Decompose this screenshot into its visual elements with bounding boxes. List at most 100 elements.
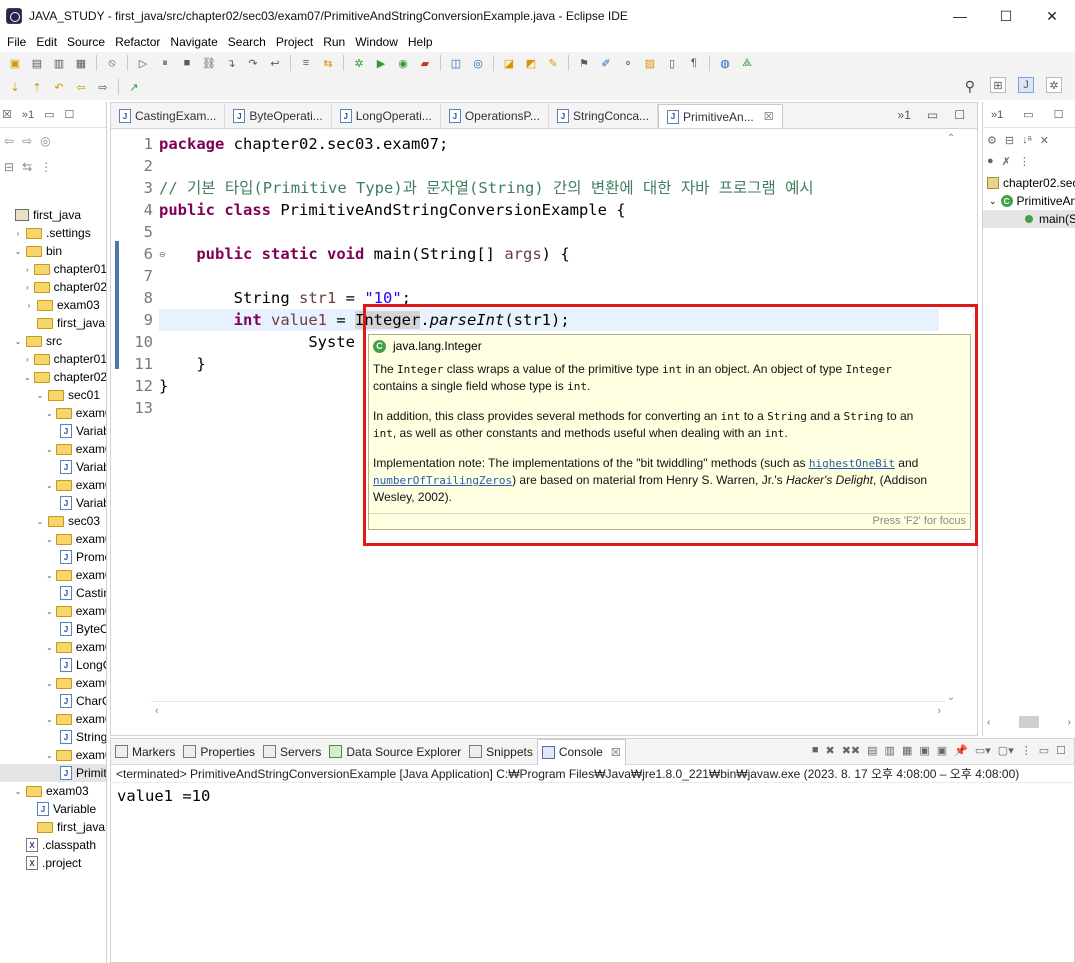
chevron-right-icon[interactable]: › [13,229,23,238]
tab-console[interactable]: Console ☒ [536,738,626,765]
new-java-class-icon[interactable]: ◎ [470,55,486,71]
back-icon[interactable]: ⇦ [73,79,89,95]
tree-item[interactable]: ⌄ exam02 [0,566,106,584]
tree-item[interactable]: J PrimitiveAndStringConversionExample.jav… [0,764,106,782]
show-whitespace-icon[interactable]: ▨ [642,55,658,71]
tree-item[interactable]: › exam03 [0,296,106,314]
run-icon[interactable]: ▶ [373,55,389,71]
previous-annotation-icon[interactable]: ⇡ [29,79,45,95]
doc-link[interactable]: numberOfTrailingZeros [373,474,512,487]
outline-item-selected[interactable]: main(String[]) : void [983,210,1075,228]
chevron-down-icon[interactable]: ⌄ [989,196,997,207]
menu-window[interactable]: Window [350,35,403,49]
scroll-right-icon[interactable]: › [937,705,941,717]
save-all-icon[interactable]: ▥ [51,55,67,71]
pin-console-icon[interactable]: 📌 [954,744,968,757]
tree-item[interactable]: ⌄ sec03 [0,512,106,530]
tab-close-icon[interactable]: ☒ [764,110,774,123]
view-minimize-icon[interactable]: ▭ [44,108,54,121]
editor-tab-active[interactable]: J PrimitiveAn... ☒ [658,104,783,128]
new-java-project-icon[interactable]: ◫ [448,55,464,71]
step-into-icon[interactable]: ↴ [223,55,239,71]
show-on-stdout-icon[interactable]: ▣ [919,744,929,757]
chevron-right-icon[interactable]: › [24,265,31,274]
hide-nonpublic-icon[interactable]: ● [987,155,994,168]
forward-icon[interactable]: ⇨ [22,134,32,148]
tree-item[interactable]: X .classpath [0,836,106,854]
scroll-lock-icon[interactable]: ▥ [885,744,895,757]
outline-item[interactable]: chapter02.sec03.exam07 [983,174,1075,192]
tab-servers[interactable]: Servers [259,739,325,765]
view-close-icon[interactable]: ☒ [2,108,12,121]
view-menu-icon[interactable]: ⋮ [1019,155,1030,168]
chevron-down-icon[interactable]: ⌄ [46,679,53,688]
chevron-down-icon[interactable]: ⌄ [46,409,53,418]
view-overflow-icon[interactable]: »1 [991,109,1003,121]
chevron-down-icon[interactable]: ⌄ [46,643,53,652]
perspective-tool-icon[interactable]: ⟁ [739,55,755,71]
suspend-icon[interactable]: ⏸ [157,55,173,71]
editor-minimize-icon[interactable]: ▭ [927,108,938,122]
hide-fields-icon[interactable]: ⚙ [987,134,997,147]
editor-tab[interactable]: J OperationsP... [441,104,549,128]
editor-tab[interactable]: J CastingExam... [111,104,226,128]
menu-run[interactable]: Run [318,35,350,49]
editor-tab[interactable]: J ByteOperati... [225,104,332,128]
open-task-icon[interactable]: ◩ [523,55,539,71]
outline-item[interactable]: ⌄CPrimitiveAndStringConversionExample [983,192,1075,210]
coverage-icon[interactable]: ◉ [395,55,411,71]
display-console-icon[interactable]: ▭▾ [975,744,991,757]
print-icon[interactable]: ▦ [73,55,89,71]
tree-item[interactable]: ⌄ exam01 [0,530,106,548]
back-icon[interactable]: ⇦ [4,134,14,148]
tree-item[interactable]: X .project [0,854,106,872]
view-minimize-icon[interactable]: ▭ [1039,744,1049,757]
horizontal-scrollbar[interactable]: ‹ › [151,701,945,719]
view-minimize-icon[interactable]: ▭ [1023,108,1033,121]
tree-item[interactable]: J CastingExample.java [0,584,106,602]
view-maximize-icon[interactable]: ☐ [1056,744,1066,757]
tree-item[interactable]: J LongOperationExample.java [0,656,106,674]
chevron-down-icon[interactable]: ⌄ [46,481,53,490]
tree-item[interactable]: ⌄ exam04 [0,638,106,656]
java-perspective-icon[interactable]: J [1018,77,1034,93]
disconnect-icon[interactable]: ⛓ [201,55,217,71]
chevron-down-icon[interactable]: ⌄ [13,337,23,346]
editor-maximize-icon[interactable]: ☐ [954,108,965,122]
tree-item[interactable]: ⌄ exam03 [0,782,106,800]
menu-help[interactable]: Help [403,35,438,49]
remove-all-icon[interactable]: ✖✖ [842,744,860,757]
tree-item[interactable]: › .settings [0,224,106,242]
tree-item[interactable]: ⌄ exam05 [0,674,106,692]
tab-snippets[interactable]: Snippets [465,739,537,765]
globe-icon[interactable]: ◍ [717,55,733,71]
tab-overflow-icon[interactable]: »1 [898,108,911,122]
tree-item[interactable]: J Variable [0,800,106,818]
word-wrap-icon[interactable]: ▯ [664,55,680,71]
editor-tab[interactable]: J StringConca... [549,104,659,128]
console-output[interactable]: value1 =10 [111,783,1074,809]
hide-local-types-icon[interactable]: ✗ [1002,155,1011,168]
tree-item[interactable]: J VariableExample.java [0,422,106,440]
open-console-icon[interactable]: ▢▾ [998,744,1014,757]
step-over-icon[interactable]: ↷ [245,55,261,71]
tree-item[interactable]: ⌄ bin [0,242,106,260]
tree-item[interactable]: ⌄ exam02 [0,440,106,458]
tree-item[interactable]: ⌄ exam03 [0,602,106,620]
view-overflow-icon[interactable]: »1 [22,109,34,121]
tree-item[interactable]: ⌄ exam06 [0,710,106,728]
tab-close-icon[interactable]: ☒ [611,746,621,759]
next-annotation-icon[interactable]: ⇣ [7,79,23,95]
step-return-icon[interactable]: ↩ [267,55,283,71]
menu-refactor[interactable]: Refactor [110,35,165,49]
chevron-down-icon[interactable]: ⌄ [35,391,45,400]
last-edit-location-icon[interactable]: ↶ [51,79,67,95]
view-maximize-icon[interactable]: ☐ [65,108,75,121]
tree-item[interactable]: J ByteOperationExample.java [0,620,106,638]
drop-to-frame-icon[interactable]: ⇆ [320,55,336,71]
chevron-right-icon[interactable]: › [24,355,31,364]
tab-properties[interactable]: Properties [179,739,259,765]
remove-launch-icon[interactable]: ✖ [825,744,834,757]
scroll-left-icon[interactable]: ‹ [155,705,159,717]
view-menu-icon[interactable]: ⋮ [1021,744,1032,757]
